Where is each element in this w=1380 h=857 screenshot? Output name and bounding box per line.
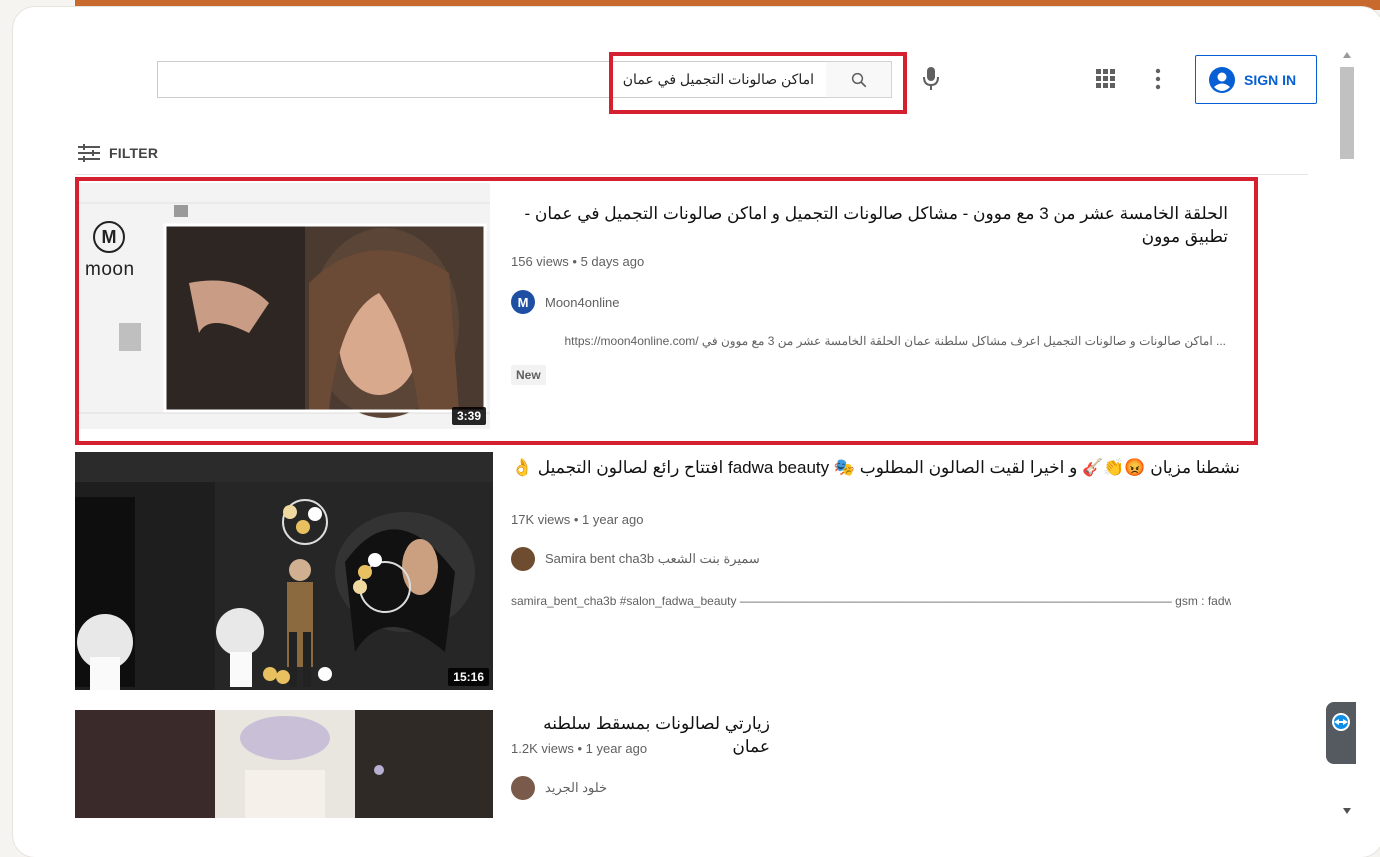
page-scrollbar[interactable] [1338,55,1354,815]
video-thumbnail[interactable] [75,710,493,818]
filter-sliders-icon [78,144,100,162]
channel-link[interactable]: خلود الجريد [511,776,607,800]
divider [75,174,1308,175]
video-meta: 17K views • 1 year ago [511,512,644,527]
microphone-icon [923,67,939,90]
apps-grid-icon [1096,69,1115,88]
more-options-button[interactable] [1154,67,1162,96]
teamviewer-icon [1332,713,1350,731]
scroll-down-arrow-icon[interactable] [1343,808,1351,814]
channel-name: Samira bent cha3b سميرة بنت الشعب [545,551,760,566]
result-highlight-box [75,177,1258,445]
sign-in-label: SIGN IN [1244,71,1297,88]
thumbnail-background [75,452,493,690]
account-icon [1209,66,1235,93]
thumbnail-background [75,710,493,818]
scrollbar-thumb[interactable] [1340,67,1354,159]
filter-button[interactable]: FILTER [78,143,158,163]
vertical-dots-icon [1155,68,1161,90]
video-meta: 1.2K views • 1 year ago [511,741,648,756]
video-duration: 15:16 [448,668,489,686]
video-thumbnail[interactable]: 15:16 [75,452,493,690]
filter-label: FILTER [109,145,159,161]
search-highlight-box [609,52,907,114]
apps-button[interactable] [1096,69,1116,94]
video-description: samira_bent_cha3b #salon_fadwa_beauty ——… [511,594,1231,608]
channel-avatar [511,776,535,800]
scroll-up-arrow-icon[interactable] [1343,52,1351,58]
channel-name: خلود الجريد [545,780,608,795]
video-title[interactable]: نشطنا مزيان 😡👏🎸 و اخيرا لقيت الصالون الم… [510,456,1240,479]
sign-in-button[interactable]: SIGN IN [1195,55,1317,104]
channel-link[interactable]: Samira bent cha3b سميرة بنت الشعب [511,547,760,571]
channel-avatar [511,547,535,571]
teamviewer-tab[interactable] [1326,702,1356,764]
voice-search-button[interactable] [918,64,944,94]
